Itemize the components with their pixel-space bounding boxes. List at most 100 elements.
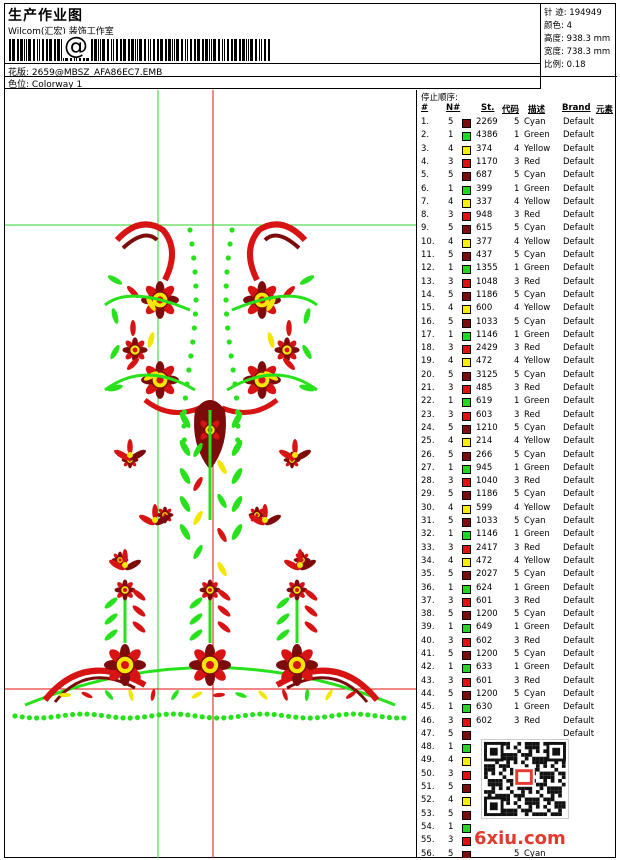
table-row: 7. 4 337 4 Yellow Default [418, 197, 617, 210]
table-row: 33. 3 2417 3 Red Default [418, 543, 617, 556]
cell-desc: Cyan [524, 289, 546, 300]
qr-code-icon [481, 739, 569, 819]
cell-brand: Default [563, 223, 595, 234]
cell-brand: Default [563, 316, 595, 327]
cell-st: 472 [476, 555, 493, 566]
cell-st: 948 [476, 210, 493, 221]
color-swatch [462, 557, 471, 567]
cell-nd: 5 [448, 449, 454, 460]
cell-code: 3 [514, 476, 520, 487]
cell-brand: Default [563, 383, 595, 393]
cell-n: 35. [421, 569, 435, 580]
table-row: 35. 5 2027 5 Cyan Default [418, 569, 617, 582]
cell-desc: Red [524, 476, 541, 487]
cell-st: 214 [476, 436, 493, 447]
table-row: 4. 3 1170 3 Red Default [418, 157, 617, 170]
cell-code: 4 [514, 143, 520, 154]
cell-n: 9. [421, 223, 430, 234]
table-row: 18. 3 2429 3 Red Default [418, 343, 617, 356]
cell-nd: 1 [448, 582, 454, 593]
cell-desc: Red [524, 595, 541, 606]
cell-st: 649 [476, 622, 493, 633]
table-row: 5. 5 687 5 Cyan Default [418, 170, 617, 183]
table-row: 14. 5 1186 5 Cyan Default [418, 290, 617, 303]
table-row: 16. 5 1033 5 Cyan Default [418, 317, 617, 330]
cell-st: 337 [476, 196, 493, 207]
cell-n: 54. [421, 821, 435, 832]
table-row: 8. 3 948 3 Red Default [418, 210, 617, 223]
cell-code: 5 [514, 117, 520, 127]
color-swatch [462, 651, 471, 660]
color-swatch [462, 331, 471, 341]
cell-code: 4 [514, 196, 520, 207]
table-row: 45. 1 630 1 Green Default [418, 702, 617, 715]
color-swatch [462, 185, 471, 195]
cell-nd: 4 [448, 555, 454, 566]
cell-st: 3125 [476, 369, 498, 380]
color-swatch [462, 491, 471, 501]
cell-desc: Green [524, 462, 550, 473]
cell-brand: Default [563, 622, 595, 633]
table-row: 36. 1 624 1 Green Default [418, 583, 617, 596]
table-row: 19. 4 472 4 Yellow Default [418, 356, 617, 369]
colorway-line: 色位: Colorway 1 [8, 77, 82, 90]
color-swatch [462, 132, 471, 142]
cell-brand: Default [563, 476, 595, 487]
color-swatch [462, 717, 471, 727]
cell-st: 2027 [476, 569, 498, 580]
table-row: 12. 1 1355 1 Green Default [418, 263, 617, 276]
colorway-label: 色位: [8, 80, 30, 90]
cell-code: 3 [514, 635, 520, 646]
color-swatch [462, 119, 471, 128]
cell-st: 601 [476, 595, 493, 606]
cell-desc: Yellow [524, 356, 551, 367]
cell-st: 1355 [476, 263, 498, 274]
cell-code: 5 [514, 170, 520, 181]
cell-code: 5 [514, 223, 520, 234]
table-row: 30. 4 599 4 Yellow Default [418, 503, 617, 516]
cell-st: 485 [476, 383, 493, 393]
cell-code: 1 [514, 622, 520, 633]
table-row: 46. 3 602 3 Red Default [418, 716, 617, 729]
cell-brand: Default [563, 289, 595, 300]
cell-brand: Default [563, 436, 595, 447]
cell-brand: Default [563, 329, 595, 340]
table-row: 13. 3 1048 3 Red Default [418, 277, 617, 290]
cell-nd: 4 [448, 502, 454, 513]
cell-code: 4 [514, 303, 520, 314]
cell-desc: Green [524, 662, 550, 673]
cell-n: 47. [421, 728, 435, 739]
cell-brand: Default [563, 702, 595, 713]
cell-n: 48. [421, 742, 435, 753]
cell-n: 53. [421, 808, 435, 819]
cell-st: 1200 [476, 688, 498, 699]
cell-n: 43. [421, 675, 435, 686]
cell-n: 7. [421, 196, 430, 207]
cell-st: 630 [476, 702, 493, 713]
cell-st: 266 [476, 449, 493, 460]
table-row: 40. 3 602 3 Red Default [418, 636, 617, 649]
cell-code: 1 [514, 263, 520, 274]
col-header-stitches: St. [481, 103, 495, 113]
header-panel: 生产作业图 Wilcom(汇宏) 装饰工作室 @ 花版: 2659@MBSZ_A… [5, 4, 541, 90]
cell-code: 5 [514, 289, 520, 300]
cell-code: 3 [514, 343, 520, 354]
cell-n: 30. [421, 502, 435, 513]
cell-code: 5 [514, 569, 520, 580]
color-swatch [462, 158, 471, 168]
cell-n: 31. [421, 516, 435, 526]
cell-st: 1200 [476, 649, 498, 659]
table-row: 9. 5 615 5 Cyan Default [418, 223, 617, 236]
cell-brand: Default [563, 250, 595, 260]
design-stats: 针 迹: 194949 颜色: 4 高度: 938.3 mm 宽度: 738.3… [541, 4, 617, 77]
color-swatch [462, 730, 471, 740]
cell-nd: 5 [448, 223, 454, 234]
stat-height: 高度: 938.3 mm [544, 34, 611, 44]
cell-desc: Cyan [524, 489, 546, 500]
cell-desc: Red [524, 675, 541, 686]
cell-nd: 3 [448, 383, 454, 393]
cell-code: 3 [514, 595, 520, 606]
cell-nd: 5 [448, 289, 454, 300]
color-swatch [462, 531, 471, 541]
cell-st: 602 [476, 715, 493, 726]
